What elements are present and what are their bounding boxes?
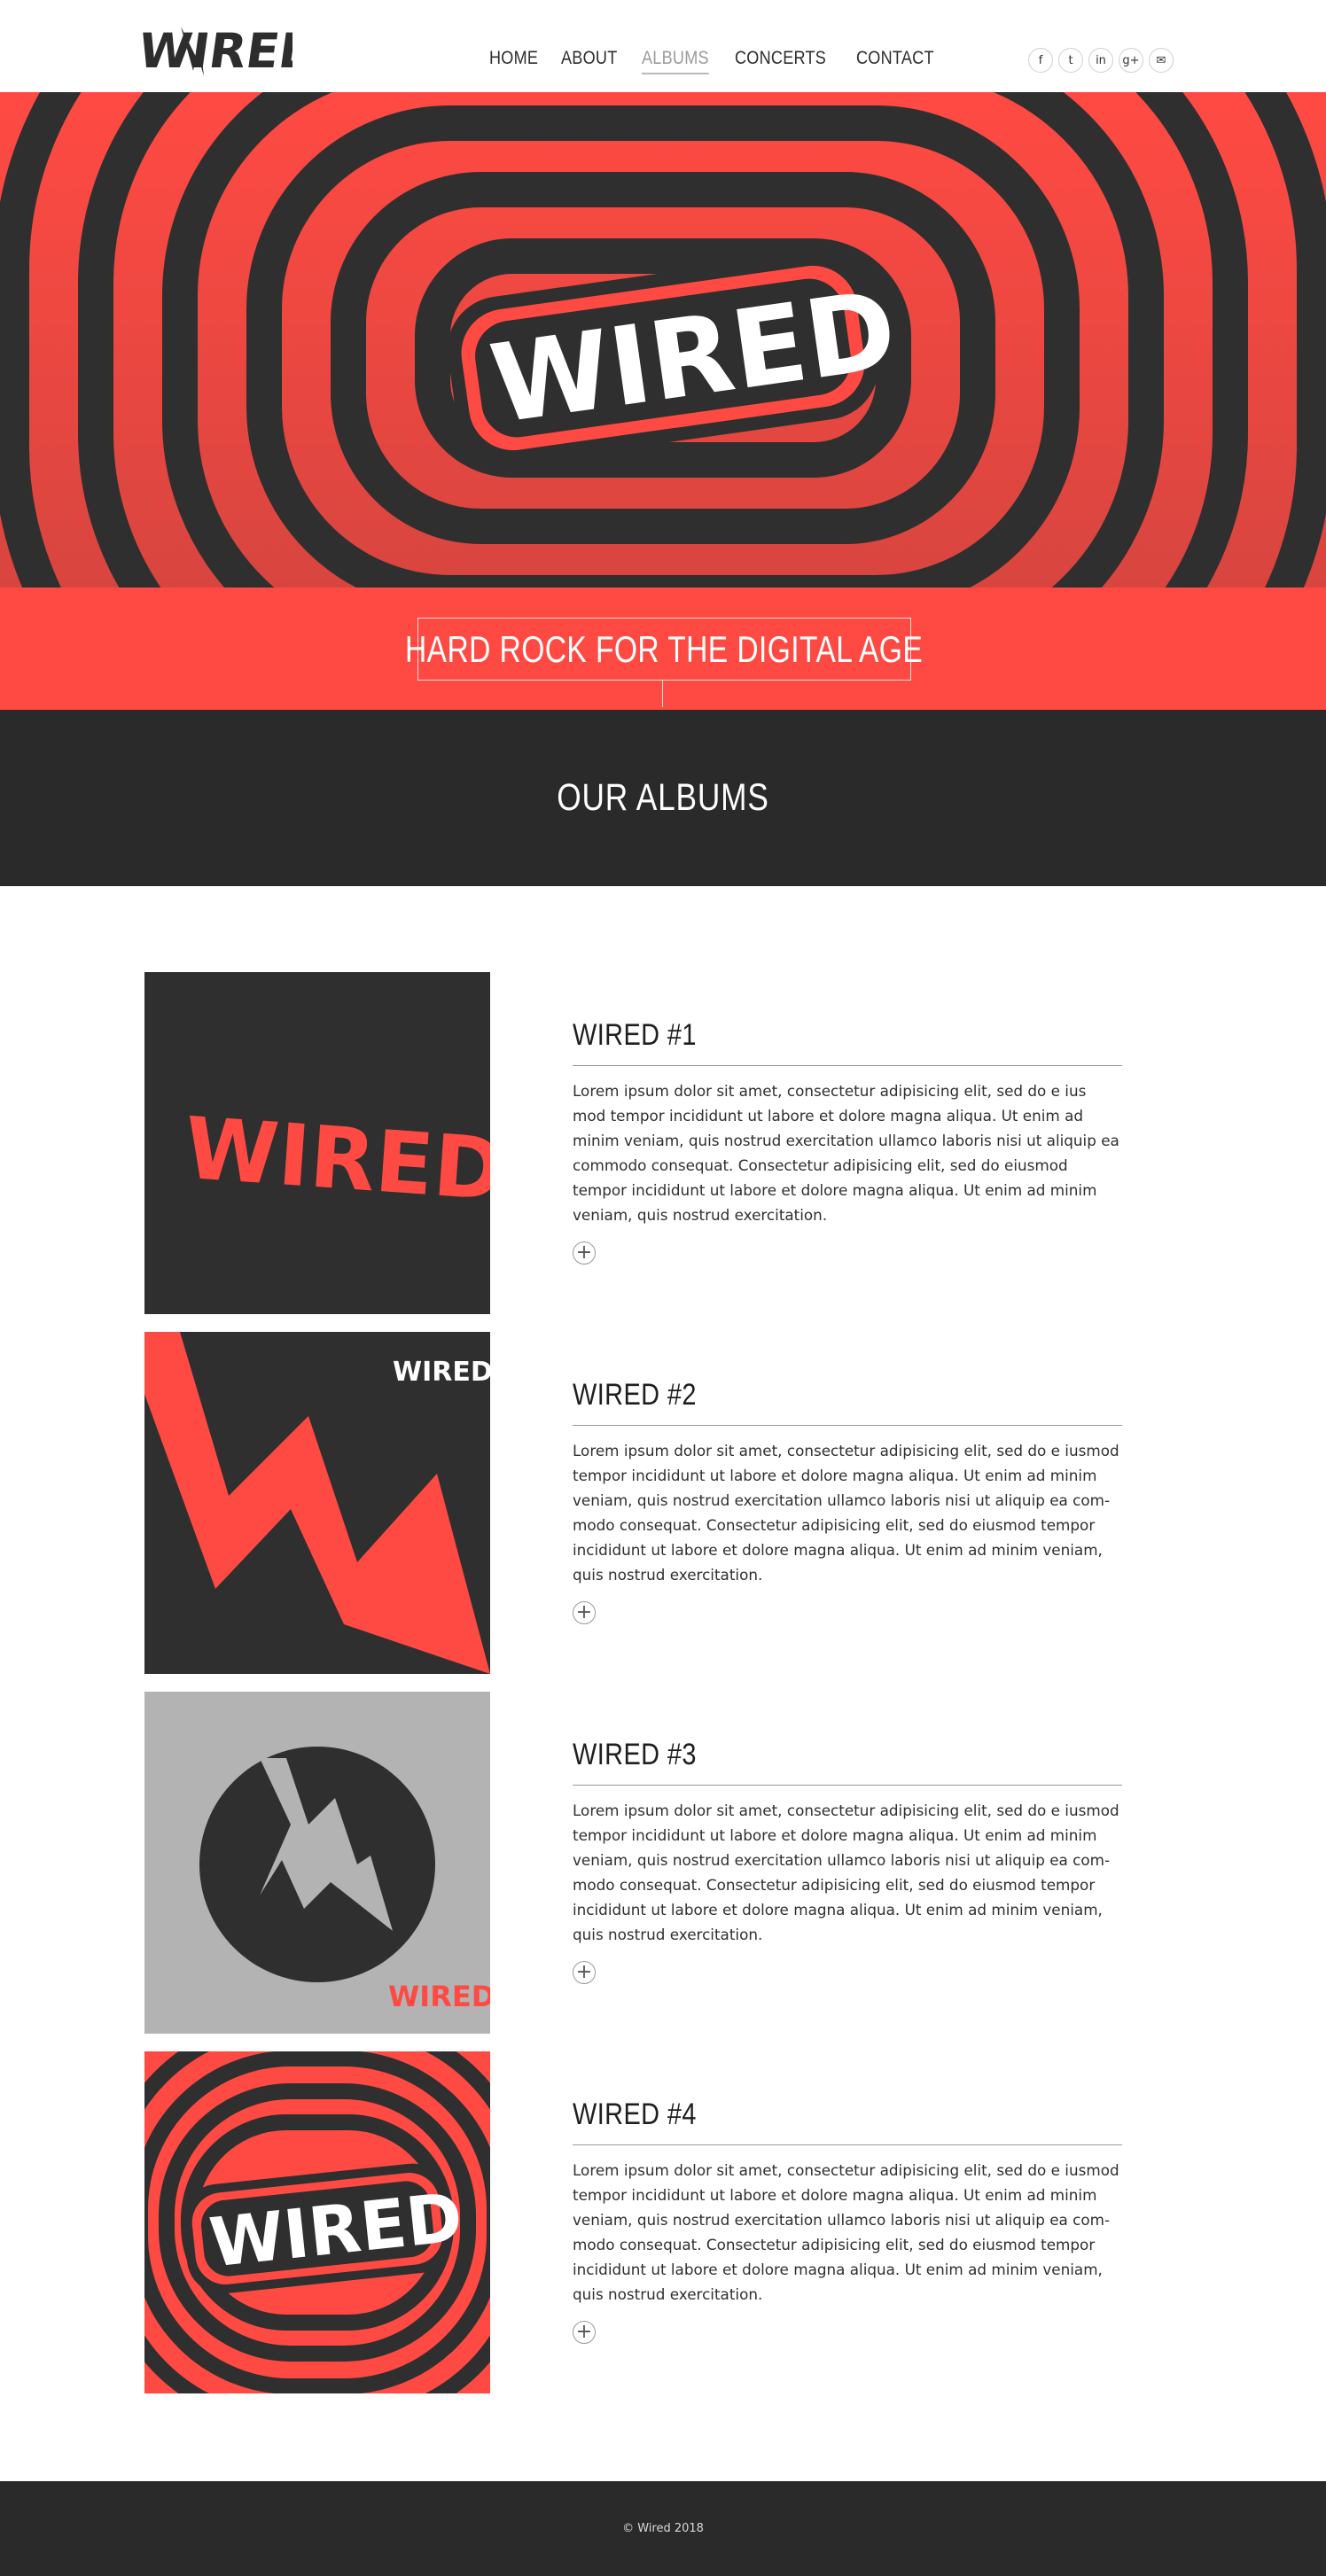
album-description: Lorem ipsum dolor sit amet, consectetur … — [573, 1442, 1119, 1584]
email-icon[interactable]: ✉ — [1149, 48, 1174, 73]
main-nav: HOME ABOUT ALBUMS CONCERTS CONTACT — [489, 48, 962, 74]
expand-plus-icon[interactable]: + — [573, 1241, 596, 1265]
album-info-1: WIRED #1 Lorem ipsum dolor sit amet, con… — [573, 1018, 1122, 1265]
album-cover-2[interactable]: WIRED — [144, 1332, 490, 1674]
album-cover-1[interactable]: WIRED — [144, 972, 490, 1314]
tagline-connector — [662, 681, 663, 707]
svg-text:WIRED: WIRED — [393, 1357, 490, 1388]
album-cover-3[interactable]: WIRED — [144, 1692, 490, 2034]
nav-about[interactable]: ABOUT — [561, 48, 618, 74]
site-header: WIRED HOME ABOUT ALBUMS CONCERTS CONTACT… — [0, 0, 1326, 92]
album-title: WIRED #3 — [573, 1738, 697, 1771]
album-description: Lorem ipsum dolor sit amet, consectetur … — [573, 1082, 1119, 1224]
svg-text:WIRED: WIRED — [142, 23, 292, 79]
album-card-4: WIRED WIRED #4 Lorem ipsum dolor sit ame… — [144, 2051, 1122, 2393]
album-description: Lorem ipsum dolor sit amet, consectetur … — [573, 2161, 1119, 2303]
album-title: WIRED #2 — [573, 1378, 697, 1412]
album-title: WIRED #1 — [573, 1018, 697, 1052]
nav-home[interactable]: HOME — [489, 48, 538, 74]
linkedin-icon[interactable]: in — [1088, 48, 1113, 73]
nav-contact[interactable]: CONTACT — [856, 48, 934, 74]
copyright-text: © Wired 2018 — [622, 2522, 704, 2535]
albums-heading-band: OUR ALBUMS — [0, 710, 1326, 886]
hero-banner: WIRED — [0, 92, 1326, 588]
album-card-3: WIRED WIRED #3 Lorem ipsum dolor sit ame… — [144, 1692, 1122, 2034]
google-plus-icon[interactable]: g+ — [1119, 48, 1143, 73]
album-cover-4[interactable]: WIRED — [144, 2051, 490, 2393]
facebook-icon[interactable]: f — [1028, 48, 1053, 73]
album-title: WIRED #4 — [573, 2097, 697, 2131]
site-footer: © Wired 2018 — [0, 2481, 1326, 2576]
tagline-box: HARD ROCK FOR THE DIGITAL AGE — [405, 618, 923, 681]
album-card-1: WIRED WIRED #1 Lorem ipsum dolor sit ame… — [144, 972, 1122, 1314]
hero-concentric-art: WIRED — [0, 92, 1326, 588]
social-links: f t in g+ ✉ — [1028, 48, 1174, 73]
divider — [573, 1425, 1122, 1426]
expand-plus-icon[interactable]: + — [573, 2321, 596, 2344]
divider — [573, 1065, 1122, 1066]
nav-concerts[interactable]: CONCERTS — [735, 48, 826, 74]
svg-text:WIRED: WIRED — [388, 1980, 490, 2013]
expand-plus-icon[interactable]: + — [573, 1601, 596, 1624]
tagline-text: HARD ROCK FOR THE DIGITAL AGE — [405, 627, 924, 670]
section-title: OUR ALBUMS — [557, 776, 769, 819]
album-card-2: WIRED WIRED #2 Lorem ipsum dolor sit ame… — [144, 1332, 1122, 1674]
album-info-3: WIRED #3 Lorem ipsum dolor sit amet, con… — [573, 1738, 1122, 1984]
wired-logo[interactable]: WIRED — [135, 18, 323, 80]
nav-albums[interactable]: ALBUMS — [642, 48, 709, 74]
divider — [573, 1785, 1122, 1786]
album-info-4: WIRED #4 Lorem ipsum dolor sit amet, con… — [573, 2097, 1122, 2344]
album-info-2: WIRED #2 Lorem ipsum dolor sit amet, con… — [573, 1378, 1122, 1624]
album-description: Lorem ipsum dolor sit amet, consectetur … — [573, 1802, 1119, 1943]
divider — [573, 2144, 1122, 2145]
expand-plus-icon[interactable]: + — [573, 1961, 596, 1984]
twitter-icon[interactable]: t — [1058, 48, 1083, 73]
tagline-band: HARD ROCK FOR THE DIGITAL AGE — [0, 588, 1326, 710]
